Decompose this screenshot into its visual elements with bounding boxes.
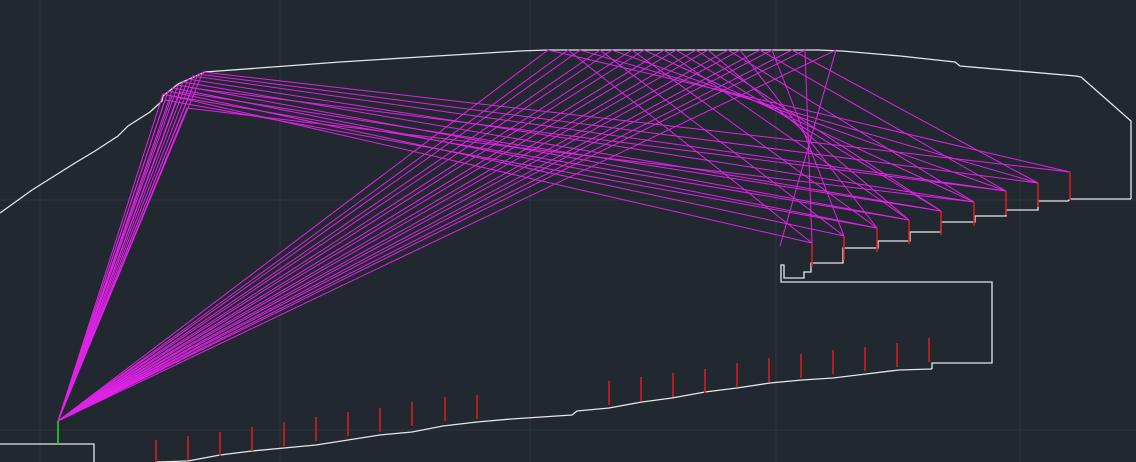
cad-drawing-canvas[interactable] <box>0 0 1136 462</box>
canvas-background <box>0 0 1136 462</box>
